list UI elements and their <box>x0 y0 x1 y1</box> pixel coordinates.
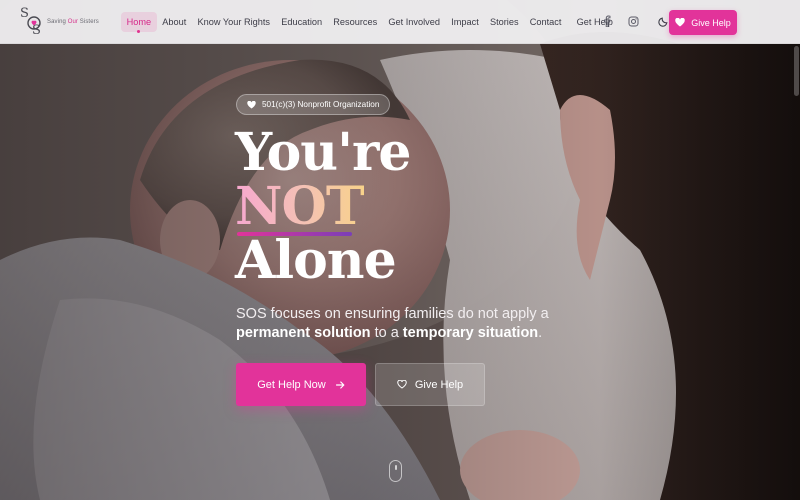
highlight-underline <box>237 232 352 236</box>
arrow-right-icon <box>335 380 345 389</box>
hero-headline: You're NOT Alone <box>235 126 411 288</box>
nav-item-impact[interactable]: Impact <box>446 12 485 32</box>
give-help-button[interactable]: Give Help <box>375 363 485 406</box>
nav-item-know-your-rights[interactable]: Know Your Rights <box>192 12 276 32</box>
nav-item-stories[interactable]: Stories <box>484 12 524 32</box>
sos-logo[interactable]: S S Saving Our Sisters <box>18 4 108 42</box>
nav-give-help-label: Give Help <box>691 17 731 28</box>
nav-icon-group <box>600 14 670 28</box>
main-menu: Home About Know Your Rights Education Re… <box>121 12 618 33</box>
nav-item-resources[interactable]: Resources <box>328 12 383 32</box>
headline-line-3: Alone <box>235 230 397 291</box>
nav-item-about[interactable]: About <box>157 12 192 32</box>
heart-icon <box>675 18 685 27</box>
get-help-now-label: Get Help Now <box>257 378 326 391</box>
badge-label: 501(c)(3) Nonprofit Organization <box>262 100 380 109</box>
headline-highlight-not: NOT <box>235 176 365 237</box>
heart-icon <box>247 100 256 109</box>
svg-text:S: S <box>20 6 29 21</box>
nav-item-home[interactable]: Home <box>121 12 157 33</box>
instagram-icon[interactable] <box>626 14 640 28</box>
headline-line-1: You're <box>235 122 411 183</box>
hero-tagline: SOS focuses on ensuring families do not … <box>236 306 549 341</box>
give-help-label: Give Help <box>414 378 464 391</box>
nav-item-education[interactable]: Education <box>276 12 328 32</box>
brand-name: Saving Our Sisters <box>47 19 99 25</box>
nonprofit-badge: 501(c)(3) Nonprofit Organization <box>236 94 391 115</box>
page-scrollbar[interactable] <box>794 46 799 96</box>
top-navbar: S S Saving Our Sisters Home About Know Y… <box>0 0 800 44</box>
nav-give-help-button[interactable]: Give Help <box>669 10 737 35</box>
get-help-now-button[interactable]: Get Help Now <box>236 363 366 406</box>
moon-icon[interactable] <box>656 14 670 28</box>
sos-logo-mark: S S <box>20 6 41 38</box>
scroll-down-indicator[interactable] <box>389 460 402 482</box>
facebook-icon[interactable] <box>600 14 614 28</box>
nav-item-get-involved[interactable]: Get Involved <box>383 12 446 32</box>
nav-item-contact[interactable]: Contact <box>524 12 567 32</box>
heart-outline-icon <box>397 380 407 389</box>
